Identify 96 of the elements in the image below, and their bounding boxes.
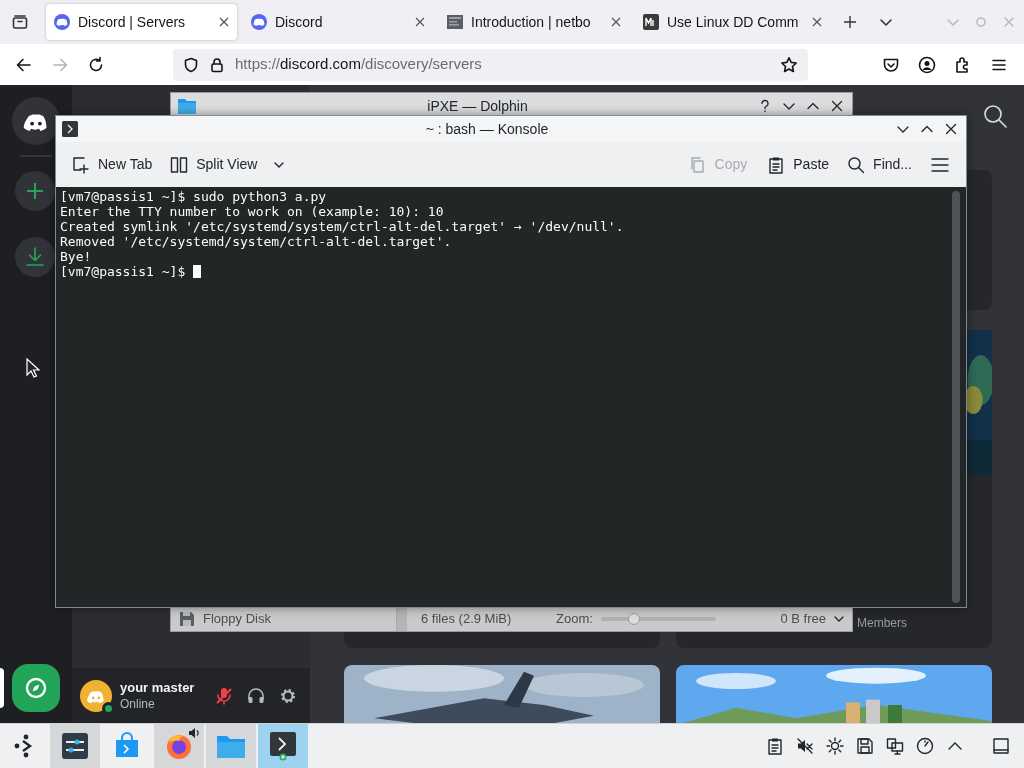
mute-button[interactable] [214, 685, 234, 706]
close-button[interactable] [830, 99, 844, 113]
text-cursor [193, 265, 202, 278]
browser-tab[interactable]: Discord | Servers [46, 4, 237, 40]
desktop-icon [992, 737, 1010, 755]
folder-icon [216, 733, 246, 759]
taskbar-app-button[interactable] [50, 724, 100, 768]
browser-tab[interactable]: Use Linux DD Comm [635, 4, 830, 40]
home-button[interactable] [12, 97, 60, 145]
terminal-line: Bye! [60, 249, 92, 264]
close-icon [611, 17, 621, 27]
new-tab-button[interactable]: New Tab [72, 154, 153, 175]
terminal-line: [vm7@passis1 ~]$ [60, 264, 186, 279]
clipboard-button[interactable] [766, 737, 784, 755]
plus-icon [843, 15, 857, 29]
fox-globe-icon [165, 732, 193, 760]
search-icon [982, 103, 1008, 129]
muted-speaker-icon [796, 737, 814, 755]
volume-button[interactable] [796, 737, 814, 755]
paste-button[interactable]: Paste [767, 154, 830, 175]
user-status: Online [120, 695, 156, 712]
plus-icon [24, 181, 45, 201]
folder-icon [177, 97, 197, 115]
member-count-label: Members [857, 615, 907, 632]
headphones-icon [246, 685, 266, 706]
browser-tab[interactable]: Discord [243, 4, 433, 40]
close-button[interactable] [944, 122, 958, 136]
shopping-bag-icon [113, 732, 141, 760]
window-title: ~ : bash — Konsole [424, 119, 550, 139]
download-icon [23, 246, 46, 268]
speaker-icon [188, 727, 200, 739]
close-icon [1002, 15, 1016, 29]
sliders-icon [61, 732, 89, 760]
clipboard-icon [767, 155, 786, 174]
selection-pill [0, 668, 4, 708]
network-button[interactable] [886, 737, 904, 755]
window-title: iPXE — Dolphin [426, 96, 529, 116]
terminal-line: Removed '/etc/systemd/system/ctrl-alt-del.target'. [60, 234, 452, 249]
menu-icon [930, 155, 950, 174]
shield-icon [183, 56, 199, 73]
sun-icon [826, 737, 844, 755]
discord-logo-icon [54, 14, 70, 30]
account-button[interactable] [918, 55, 936, 74]
status-text: 6 files (2.9 MiB) [421, 610, 513, 629]
close-icon [415, 17, 425, 27]
gauge-icon [916, 737, 934, 755]
terminal-icon [62, 121, 78, 137]
muted-microphone-icon [214, 685, 234, 706]
splitter-handle[interactable] [397, 607, 407, 631]
zoom-label: Zoom: [556, 610, 593, 629]
close-icon [830, 99, 844, 113]
browser-tab[interactable]: Introduction | netbo [439, 4, 629, 40]
tab-list-icon [11, 13, 29, 31]
lock-icon [209, 56, 225, 73]
network-icon [886, 737, 904, 755]
split-view-icon [170, 155, 189, 174]
question-mark-icon [758, 99, 772, 113]
explore-button[interactable] [12, 664, 60, 712]
download-apps-button[interactable] [14, 237, 55, 277]
page-thumbnail-icon [447, 14, 463, 30]
scrollbar[interactable] [952, 191, 960, 603]
zoom-slider[interactable] [600, 613, 716, 625]
new-tab-icon [72, 155, 90, 174]
headphones-button[interactable] [246, 685, 266, 706]
address-bar[interactable]: https://discord.com/discovery/servers [173, 48, 808, 81]
compass-icon [24, 676, 48, 700]
help-button[interactable] [758, 99, 772, 113]
close-icon [812, 17, 822, 27]
close-icon [219, 17, 229, 27]
system-monitor-button[interactable] [916, 737, 934, 755]
menu-button[interactable] [930, 155, 950, 174]
disks-button[interactable] [856, 737, 874, 755]
show-desktop-button[interactable] [992, 737, 1010, 755]
search-icon [847, 155, 866, 174]
account-icon [918, 55, 936, 74]
find-button[interactable]: Find... [847, 154, 912, 175]
terminal-line: [vm7@passis1 ~]$ sudo python3 a.py [60, 189, 327, 204]
maximize-icon [974, 15, 988, 29]
taskbar-app-button[interactable] [258, 724, 308, 768]
chevron-down-icon [834, 614, 844, 624]
terminal-line: Enter the TTY number to work on (example: 10): 10 [60, 204, 444, 219]
copy-icon [688, 155, 707, 174]
add-server-button[interactable] [14, 171, 55, 211]
free-space-text: 0 B free [780, 610, 826, 629]
terminal-line: Created symlink '/etc/systemd/system/ctrl-alt-del.target' → '/dev/null'. [60, 219, 624, 234]
discord-logo-icon [251, 14, 267, 30]
clipboard-icon [766, 737, 784, 755]
split-view-button[interactable]: Split View [170, 154, 286, 175]
terminal-icon [269, 731, 297, 761]
search-button[interactable] [982, 103, 1008, 129]
brightness-button[interactable] [826, 737, 844, 755]
star-icon [780, 55, 798, 74]
username: your master [120, 679, 195, 696]
mouse-pointer-icon [26, 358, 40, 378]
close-icon [944, 122, 958, 136]
site-logo-icon [643, 14, 659, 30]
